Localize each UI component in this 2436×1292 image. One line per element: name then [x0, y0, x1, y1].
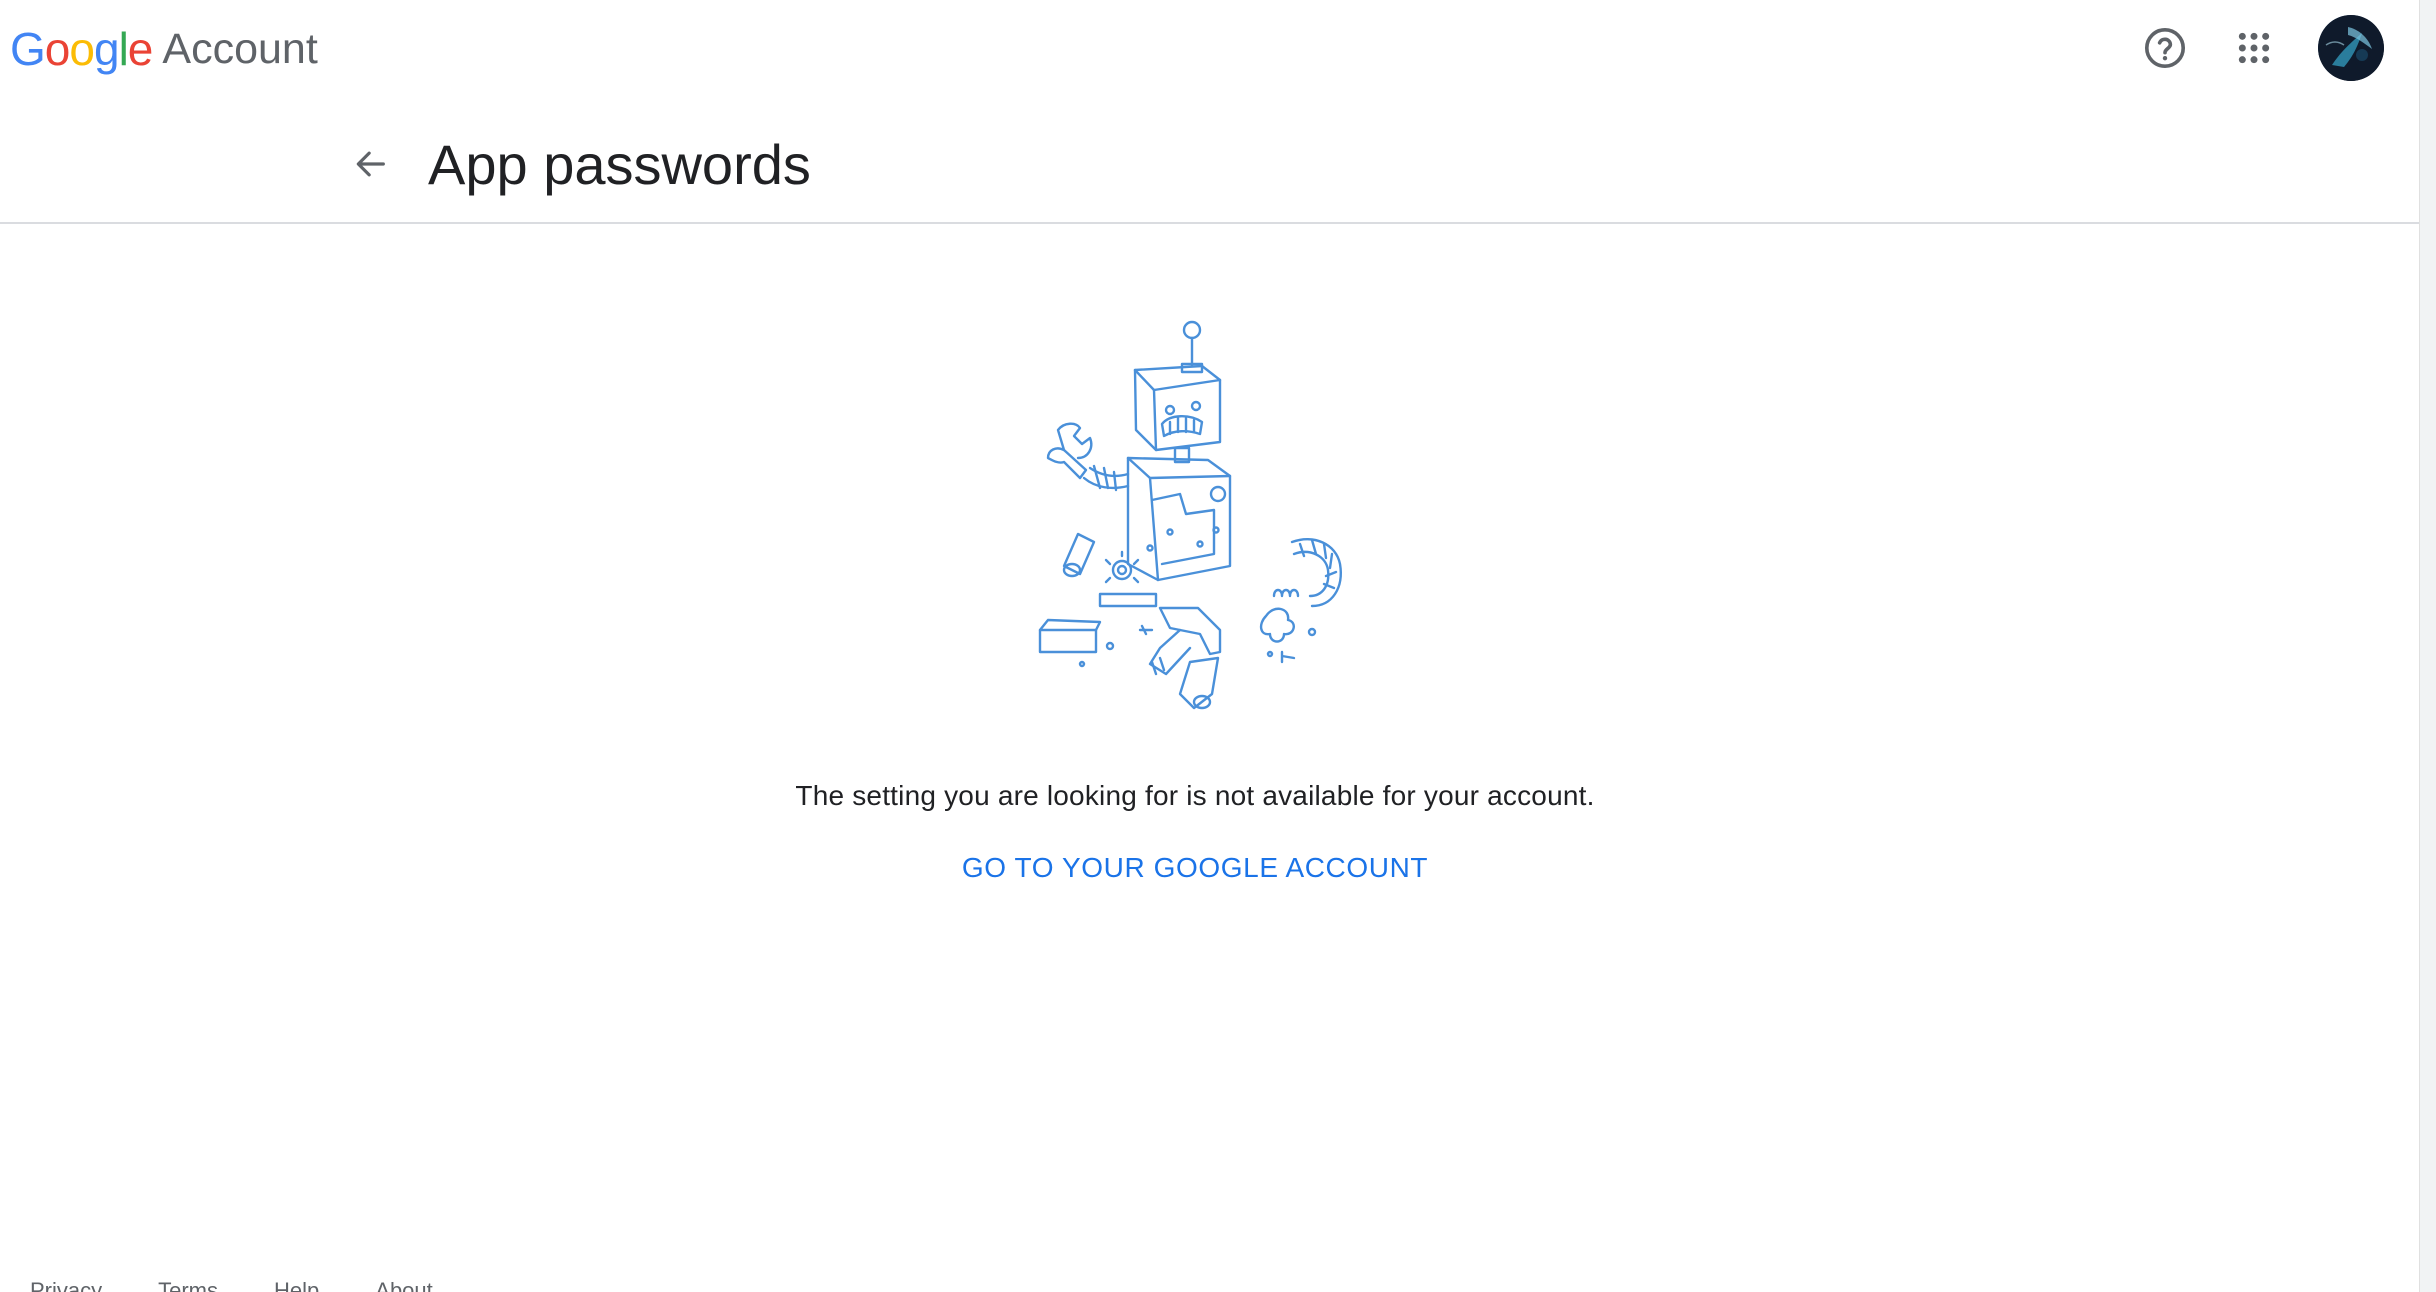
- google-wordmark: Google: [10, 23, 154, 75]
- logo-letter: o: [44, 23, 71, 75]
- account-avatar[interactable]: [2318, 15, 2384, 81]
- google-apps-button[interactable]: [2218, 12, 2290, 84]
- cta-container: GO TO YOUR GOOGLE ACCOUNT: [0, 852, 2390, 884]
- app-passwords-page: Google Account App passwords The setting…: [0, 0, 2436, 1292]
- footer-link-terms[interactable]: Terms: [158, 1278, 218, 1292]
- page-header: App passwords: [0, 98, 2420, 224]
- google-account-logo[interactable]: Google Account: [10, 20, 318, 78]
- scrollbar[interactable]: [2419, 0, 2436, 1292]
- unavailable-message: The setting you are looking for is not a…: [795, 780, 1595, 811]
- logo-letter: G: [10, 23, 46, 75]
- top-bar: Google Account: [0, 0, 2420, 98]
- broken-robot-illustration: [1038, 320, 1342, 710]
- arrow-back-icon: [356, 151, 385, 177]
- footer-link-privacy[interactable]: Privacy: [30, 1278, 102, 1292]
- footer: Privacy Terms Help About: [30, 1278, 433, 1292]
- logo-letter: g: [93, 23, 120, 75]
- apps-grid-icon: [2238, 32, 2270, 64]
- logo-product-name: Account: [162, 24, 318, 73]
- page-title: App passwords: [428, 133, 811, 196]
- footer-link-about[interactable]: About: [375, 1278, 433, 1292]
- go-to-google-account-link[interactable]: GO TO YOUR GOOGLE ACCOUNT: [962, 852, 1428, 883]
- back-button[interactable]: [338, 132, 402, 196]
- help-circle-icon: [2144, 27, 2186, 69]
- avatar-image: [2318, 15, 2384, 81]
- help-button[interactable]: [2129, 12, 2201, 84]
- logo-letter: l: [118, 23, 129, 75]
- logo-letter: e: [127, 23, 154, 75]
- logo-letter: o: [69, 23, 95, 75]
- footer-link-help[interactable]: Help: [274, 1278, 319, 1292]
